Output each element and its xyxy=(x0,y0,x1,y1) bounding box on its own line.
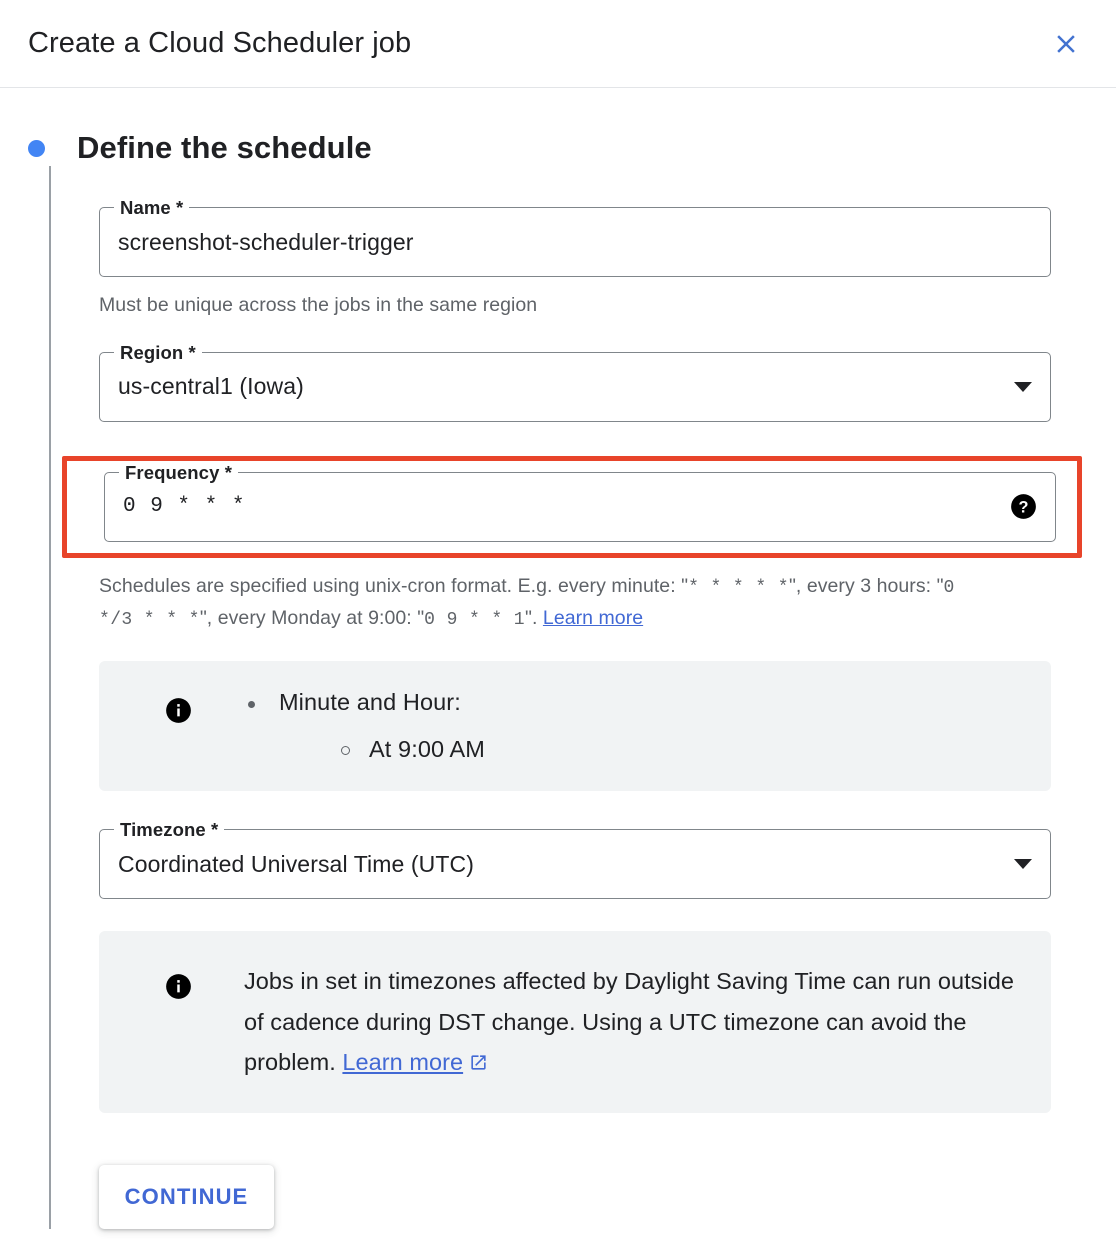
schedule-info-list: Minute and Hour: At 9:00 AM xyxy=(244,685,1025,768)
frequency-hint-part4: ". xyxy=(525,606,543,629)
step-section: Define the schedule Name * screenshot-sc… xyxy=(0,88,1116,1229)
name-field[interactable]: Name * screenshot-scheduler-trigger xyxy=(99,197,1051,277)
step-body: Name * screenshot-scheduler-trigger Must… xyxy=(49,166,1116,1229)
schedule-info-body: Minute and Hour: At 9:00 AM xyxy=(244,685,1025,768)
step-title: Define the schedule xyxy=(77,130,372,165)
region-select[interactable]: Region * us-central1 (Iowa) xyxy=(99,341,1051,422)
list-item: Minute and Hour: At 9:00 AM xyxy=(244,685,1025,768)
dst-info-panel: Jobs in set in timezones affected by Day… xyxy=(99,931,1051,1113)
dialog-header: Create a Cloud Scheduler job xyxy=(0,0,1116,88)
list-item: At 9:00 AM xyxy=(339,732,1025,767)
step-bullet-icon xyxy=(28,139,45,157)
open-in-new-icon[interactable] xyxy=(469,1044,488,1070)
frequency-field[interactable]: Frequency * 0 9 * * * ? xyxy=(104,461,1056,542)
step-header: Define the schedule xyxy=(0,130,1116,166)
help-circle-icon[interactable]: ? xyxy=(1010,493,1037,520)
region-select-label: Region * xyxy=(114,341,202,364)
dst-info-body: Jobs in set in timezones affected by Day… xyxy=(244,961,1025,1082)
info-circle-icon xyxy=(165,697,192,724)
frequency-field-label: Frequency * xyxy=(119,461,238,484)
name-field-label: Name * xyxy=(114,197,190,219)
frequency-hint-part1: Schedules are specified using unix-cron … xyxy=(99,574,689,597)
region-select-value: us-central1 (Iowa) xyxy=(118,373,304,400)
frequency-hint-part3: ", every Monday at 9:00: " xyxy=(199,606,425,629)
frequency-learn-more-link[interactable]: Learn more xyxy=(543,607,643,629)
frequency-highlight-annotation: Frequency * 0 9 * * * ? xyxy=(62,455,1082,558)
dst-info-text: Jobs in set in timezones affected by Day… xyxy=(244,961,1025,1082)
close-button[interactable] xyxy=(1044,22,1088,66)
frequency-hint-part2: ", every 3 hours: " xyxy=(788,574,944,597)
info-circle-icon xyxy=(165,973,192,1000)
frequency-hint-cron1: * * * * * xyxy=(688,577,789,598)
schedule-info-item-label: Minute and Hour: xyxy=(279,688,461,715)
svg-text:?: ? xyxy=(1019,499,1029,517)
timezone-select[interactable]: Timezone * Coordinated Universal Time (U… xyxy=(99,819,1051,900)
name-field-value[interactable]: screenshot-scheduler-trigger xyxy=(118,229,1032,256)
continue-button[interactable]: CONTINUE xyxy=(99,1164,274,1229)
chevron-down-icon[interactable] xyxy=(1014,381,1032,392)
schedule-info-sublist: At 9:00 AM xyxy=(279,732,1025,767)
page-title: Create a Cloud Scheduler job xyxy=(28,27,412,59)
frequency-hint-cron3: 0 9 * * 1 xyxy=(424,609,525,630)
dst-learn-more-link[interactable]: Learn more xyxy=(342,1049,463,1075)
frequency-field-hint: Schedules are specified using unix-cron … xyxy=(99,571,999,635)
close-icon xyxy=(1051,29,1081,59)
timezone-select-value: Coordinated Universal Time (UTC) xyxy=(118,850,474,877)
timezone-select-label: Timezone * xyxy=(114,819,225,842)
frequency-field-value[interactable]: 0 9 * * * xyxy=(123,495,998,518)
chevron-down-icon[interactable] xyxy=(1014,859,1032,870)
schedule-info-panel: Minute and Hour: At 9:00 AM xyxy=(99,660,1051,792)
name-field-hint: Must be unique across the jobs in the sa… xyxy=(99,294,538,316)
